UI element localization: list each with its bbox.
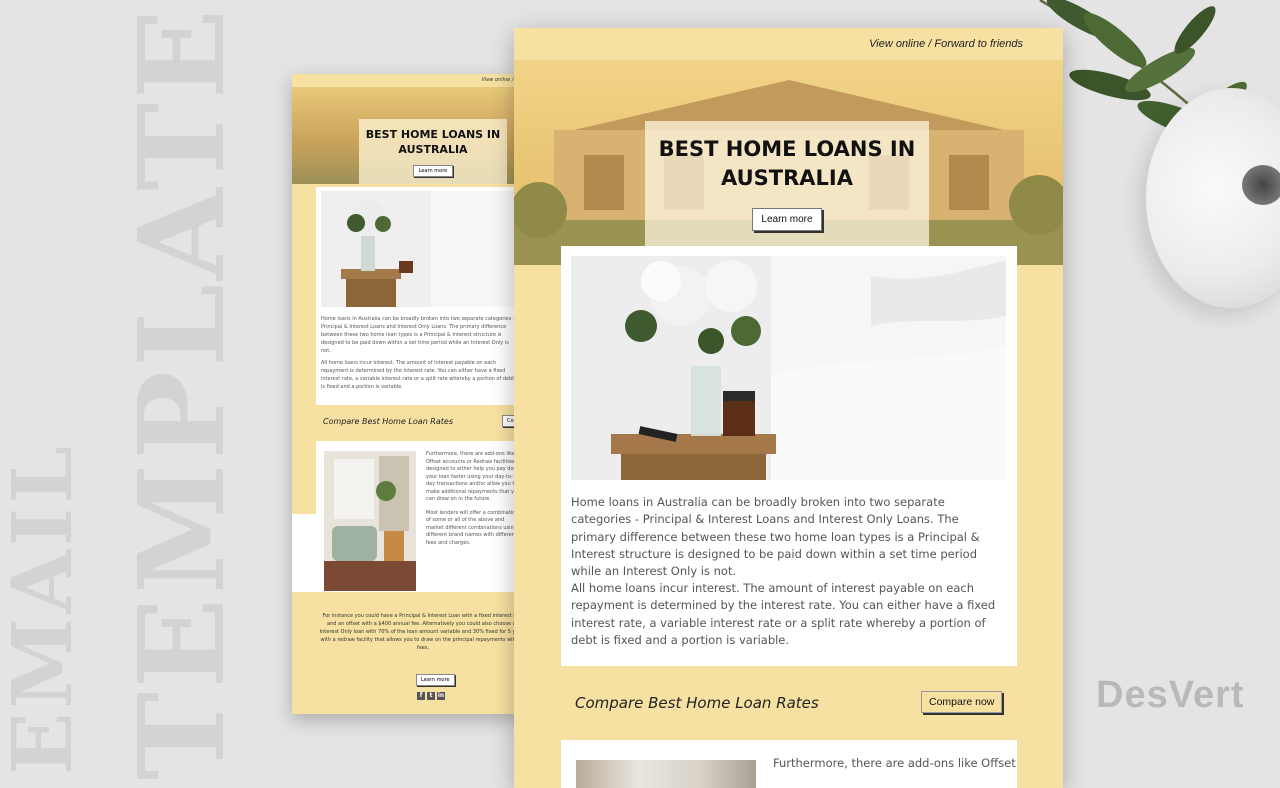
small-top-links[interactable]: View online / F [292, 74, 522, 87]
paragraph-addons: Furthermore, there are add-ons like Offs… [773, 756, 1016, 770]
facebook-icon[interactable]: f [417, 692, 425, 700]
linkedin-icon[interactable]: in [437, 692, 445, 700]
hero-title: BEST HOME LOANS IN AUSTRALIA [658, 137, 916, 190]
desvert-logo: DesVert [1096, 674, 1245, 716]
background-word-template: TEMPLATE [112, 5, 251, 780]
small-social-icons: f t in [417, 692, 445, 700]
paragraph-loan-categories: Home loans in Australia can be broadly b… [571, 495, 980, 579]
top-bar: View online / Forward to friends [514, 28, 1063, 60]
small-paragraph-1: Home loans in Australia can be broadly b… [321, 316, 515, 354]
email-preview-small: View online / F BEST HOME LOANS IN AUSTR… [292, 74, 522, 714]
livingroom-photo [576, 760, 756, 788]
background-word-email: EMAIL [0, 442, 91, 775]
compare-now-button[interactable]: Compare now [921, 691, 1003, 713]
small-content-card-2: Furthermore, there are add-ons like Offs… [316, 441, 522, 601]
compare-rates-title: Compare Best Home Loan Rates [575, 694, 819, 712]
email-preview-large: View online / Forward to friends BEST HO… [514, 28, 1063, 788]
small-paragraph-4-text: Most lenders will offer a combination of… [426, 509, 519, 546]
twitter-icon[interactable]: t [427, 692, 435, 700]
small-footer-band [292, 592, 522, 714]
main-content-card: Home loans in Australia can be broadly b… [561, 246, 1017, 666]
small-livingroom-photo [324, 451, 416, 591]
small-hero-box: BEST HOME LOANS IN AUSTRALIA Learn more [359, 119, 507, 185]
small-paragraph-3: Furthermore, there are add-ons like Offs… [426, 451, 522, 547]
paragraph-interest: All home loans incur interest. The amoun… [571, 581, 996, 647]
hero-banner: BEST HOME LOANS IN AUSTRALIA Learn more [514, 60, 1063, 265]
small-paragraph-3-text: Furthermore, there are add-ons like Offs… [426, 451, 521, 502]
view-online-forward-links[interactable]: View online / Forward to friends [869, 38, 1023, 50]
small-content-card: Home loans in Australia can be broadly b… [316, 187, 522, 405]
small-compare-bar: Compare Best Home Loan Rates Com [292, 405, 522, 441]
small-footer-learn-more-button[interactable]: Learn more [416, 674, 455, 686]
secondary-content-card: Furthermore, there are add-ons like Offs… [561, 740, 1017, 788]
hero-learn-more-button[interactable]: Learn more [752, 208, 822, 231]
flowers-bedside-photo [571, 256, 1006, 480]
small-compare-title: Compare Best Home Loan Rates [323, 417, 453, 426]
vase-opening [1242, 165, 1280, 205]
hero-title-box: BEST HOME LOANS IN AUSTRALIA Learn more [645, 121, 929, 251]
small-flowers-photo [321, 191, 522, 307]
small-hero-banner: BEST HOME LOANS IN AUSTRALIA Learn more [292, 87, 522, 197]
small-paragraph-5: For instance you could have a Principal … [319, 613, 522, 651]
small-hero-title: BEST HOME LOANS IN AUSTRALIA [365, 128, 501, 156]
small-hero-learn-more-button[interactable]: Learn more [412, 165, 454, 177]
compare-rates-bar: Compare Best Home Loan Rates Compare now [514, 666, 1063, 740]
small-paragraph-2: All home loans incur interest. The amoun… [321, 360, 515, 390]
